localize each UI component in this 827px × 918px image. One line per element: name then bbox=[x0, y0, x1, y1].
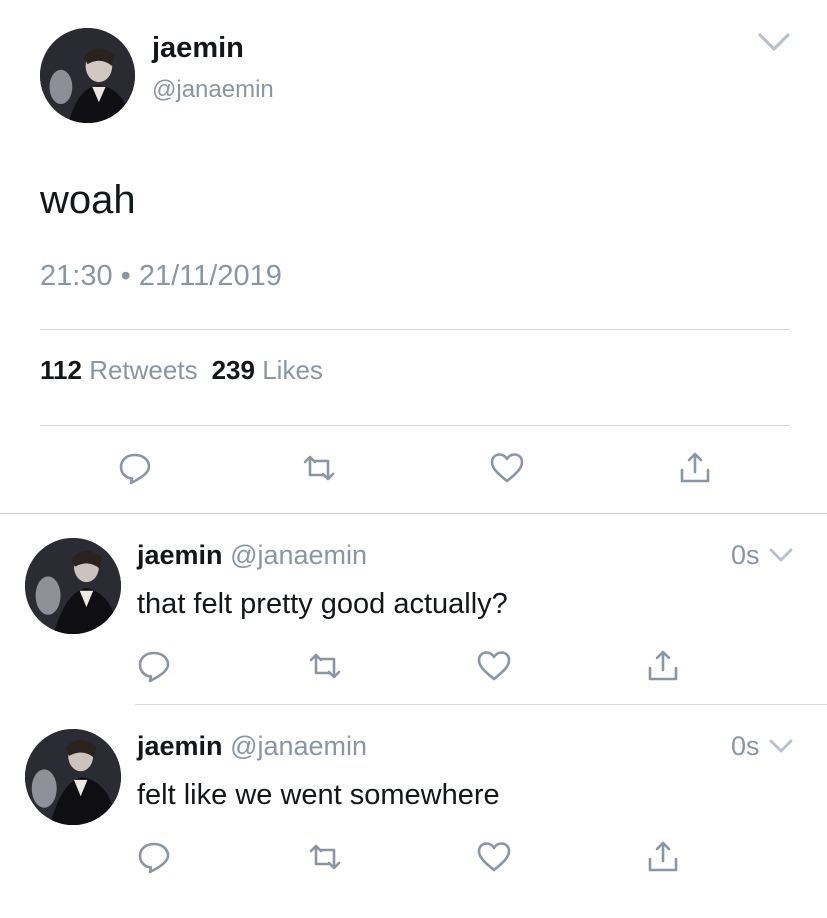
reply-icon[interactable] bbox=[136, 839, 172, 875]
like-stat[interactable]: 239 Likes bbox=[212, 355, 323, 385]
like-label: Likes bbox=[262, 355, 323, 385]
share-icon[interactable] bbox=[645, 839, 681, 875]
avatar[interactable] bbox=[40, 28, 135, 123]
reply-display-name: jaemin bbox=[137, 731, 223, 761]
reply-icon[interactable] bbox=[136, 648, 172, 684]
avatar[interactable] bbox=[25, 729, 121, 825]
divider bbox=[40, 329, 790, 330]
chevron-down-icon[interactable] bbox=[768, 737, 794, 755]
tweet-text: woah bbox=[40, 178, 136, 222]
display-name[interactable]: jaemin bbox=[152, 32, 244, 65]
avatar-photo bbox=[25, 538, 121, 634]
divider bbox=[40, 425, 790, 426]
reply-text: felt like we went somewhere bbox=[137, 779, 500, 811]
share-icon[interactable] bbox=[645, 648, 681, 684]
reply-author[interactable]: jaemin @janaemin bbox=[137, 731, 367, 762]
divider bbox=[135, 704, 827, 705]
like-icon[interactable] bbox=[489, 450, 525, 486]
user-handle[interactable]: @janaemin bbox=[152, 76, 274, 104]
like-count: 239 bbox=[211, 355, 255, 385]
share-icon[interactable] bbox=[677, 450, 713, 486]
avatar-photo bbox=[25, 729, 121, 825]
reply-display-name: jaemin bbox=[137, 540, 223, 570]
reply-text: that felt pretty good actually? bbox=[137, 588, 508, 620]
tweet-timestamp: 21:30 • 21/11/2019 bbox=[40, 260, 282, 292]
reply-time: 0s bbox=[731, 540, 760, 570]
like-icon[interactable] bbox=[476, 839, 512, 875]
retweet-count: 112 bbox=[40, 355, 82, 385]
chevron-down-icon[interactable] bbox=[768, 546, 794, 564]
reply-time: 0s bbox=[731, 731, 760, 761]
chevron-down-icon[interactable] bbox=[757, 30, 791, 54]
avatar-photo bbox=[40, 28, 135, 123]
section-divider bbox=[0, 513, 827, 514]
reply-handle: @janaemin bbox=[230, 540, 368, 570]
reply-icon[interactable] bbox=[117, 450, 153, 486]
retweet-icon[interactable] bbox=[307, 839, 343, 875]
like-icon[interactable] bbox=[476, 648, 512, 684]
reply-author[interactable]: jaemin @janaemin bbox=[137, 540, 367, 571]
reply-handle: @janaemin bbox=[230, 731, 368, 761]
retweet-stat[interactable]: 112 Retweets bbox=[40, 355, 198, 385]
retweet-icon[interactable] bbox=[301, 450, 337, 486]
retweet-label: Retweets bbox=[89, 355, 198, 385]
tweet-stats: 112 Retweets 239 Likes bbox=[40, 355, 323, 386]
avatar[interactable] bbox=[25, 538, 121, 634]
retweet-icon[interactable] bbox=[307, 648, 343, 684]
